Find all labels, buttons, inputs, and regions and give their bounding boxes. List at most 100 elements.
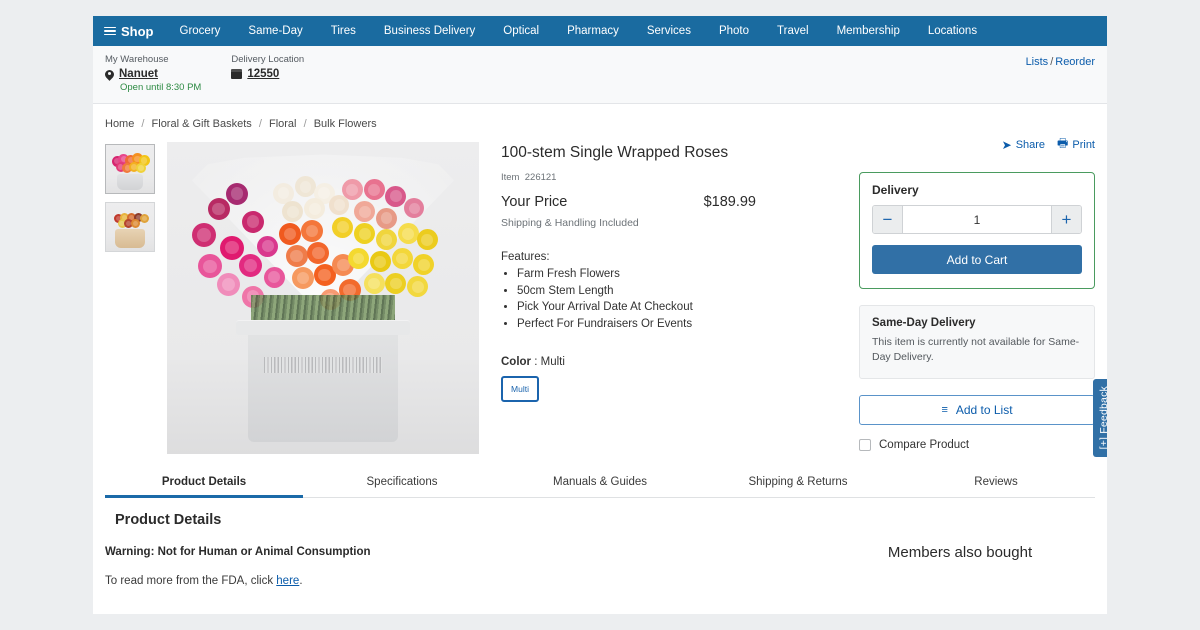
my-warehouse-label: My Warehouse (105, 54, 201, 65)
feature-item: Farm Fresh Flowers (517, 266, 837, 283)
add-to-cart-button[interactable]: Add to Cart (872, 245, 1082, 274)
plastic-crate (248, 329, 398, 441)
quantity-stepper[interactable]: − 1 + (872, 205, 1082, 234)
members-also-bought-section: Members also bought (825, 512, 1095, 587)
list-icon: ≡ (941, 404, 947, 416)
color-value: Multi (541, 356, 565, 368)
product-section: ➤ Share 🖶 Print 100-stem Single Wrapped … (93, 130, 1107, 454)
print-button[interactable]: 🖶 Print (1057, 134, 1095, 155)
product-title: 100-stem Single Wrapped Roses (501, 144, 837, 162)
delivery-card: Delivery − 1 + Add to Cart (859, 172, 1095, 289)
quantity-increase-button[interactable]: + (1051, 206, 1081, 233)
package-box-icon (231, 69, 242, 79)
nav-item-photo[interactable]: Photo (705, 16, 763, 46)
share-button[interactable]: ➤ Share (1002, 138, 1045, 152)
color-selection-label: Color : Multi (501, 356, 837, 368)
product-details-text: Product Details Warning: Not for Human o… (105, 512, 825, 587)
color-swatch-multi[interactable]: Multi (501, 376, 539, 402)
warehouse-name[interactable]: Nanuet (119, 68, 158, 80)
feedback-label: [+] Feedback (1098, 386, 1108, 449)
breadcrumb-separator: / (259, 118, 262, 130)
same-day-delivery-card: Same-Day Delivery This item is currently… (859, 305, 1095, 379)
delivery-title: Delivery (872, 183, 1082, 197)
price-value: $189.99 (704, 194, 756, 210)
location-pin-icon (105, 70, 114, 79)
members-also-bought-heading: Members also bought (888, 544, 1032, 561)
my-warehouse-block[interactable]: My Warehouse Nanuet Open until 8:30 PM (105, 54, 201, 93)
printer-icon: 🖶 (1057, 134, 1068, 155)
features-list: Farm Fresh Flowers 50cm Stem Length Pick… (517, 266, 837, 332)
nav-shop-label: Shop (121, 24, 154, 39)
nav-item-pharmacy[interactable]: Pharmacy (553, 16, 633, 46)
nav-item-services[interactable]: Services (633, 16, 705, 46)
product-tabs: Product Details Specifications Manuals &… (105, 468, 1095, 498)
nav-item-travel[interactable]: Travel (763, 16, 823, 46)
lists-link[interactable]: Lists (1026, 56, 1049, 68)
quantity-value[interactable]: 1 (903, 206, 1051, 233)
feedback-tab[interactable]: [+] Feedback (1093, 379, 1107, 457)
warehouse-hours: Open until 8:30 PM (120, 82, 201, 93)
fda-here-link[interactable]: here (276, 575, 299, 587)
feature-item: Perfect For Fundraisers Or Events (517, 316, 837, 333)
share-label: Share (1016, 139, 1045, 151)
nav-shop-menu[interactable]: Shop (104, 24, 166, 39)
compare-product-checkbox[interactable] (859, 439, 871, 451)
tab-product-details[interactable]: Product Details (105, 468, 303, 497)
add-to-list-button[interactable]: ≡ Add to List (859, 395, 1095, 425)
item-number: 226121 (525, 172, 557, 183)
same-day-delivery-message: This item is currently not available for… (872, 335, 1082, 365)
breadcrumb: Home / Floral & Gift Baskets / Floral / … (93, 104, 1107, 130)
nav-item-locations[interactable]: Locations (914, 16, 991, 46)
nav-item-grocery[interactable]: Grocery (166, 16, 235, 46)
lists-reorder-separator: / (1050, 56, 1053, 68)
tab-specifications[interactable]: Specifications (303, 468, 501, 497)
thumbnail-1[interactable] (105, 144, 155, 194)
item-label: Item (501, 172, 519, 183)
hamburger-menu-icon[interactable] (104, 25, 116, 38)
breadcrumb-separator: / (141, 118, 144, 130)
nav-item-optical[interactable]: Optical (489, 16, 553, 46)
reorder-link[interactable]: Reorder (1055, 56, 1095, 68)
product-hero-image[interactable] (167, 142, 479, 454)
color-separator: : (534, 356, 537, 368)
product-item-number: Item 226121 (501, 172, 837, 183)
delivery-location-block[interactable]: Delivery Location 12550 (231, 54, 304, 80)
compare-product-row[interactable]: Compare Product (859, 439, 1095, 451)
primary-navigation: Shop Grocery Same-Day Tires Business Del… (93, 16, 1107, 46)
nav-item-same-day[interactable]: Same-Day (234, 16, 316, 46)
fda-note-before: To read more from the FDA, click (105, 575, 276, 587)
share-arrow-icon: ➤ (1002, 138, 1012, 152)
print-label: Print (1072, 139, 1095, 151)
price-label: Your Price (501, 194, 567, 210)
delivery-zip[interactable]: 12550 (247, 68, 279, 80)
fda-note-after: . (299, 575, 302, 587)
warehouse-bar: My Warehouse Nanuet Open until 8:30 PM D… (93, 46, 1107, 104)
breadcrumb-item-bulk-flowers[interactable]: Bulk Flowers (314, 118, 377, 130)
breadcrumb-separator: / (304, 118, 307, 130)
tab-shipping-returns[interactable]: Shipping & Returns (699, 468, 897, 497)
tab-manuals-guides[interactable]: Manuals & Guides (501, 468, 699, 497)
crate-vents (264, 357, 383, 373)
nav-item-tires[interactable]: Tires (317, 16, 370, 46)
features-label: Features: (501, 251, 837, 263)
buy-box: Delivery − 1 + Add to Cart Same-Day Deli… (859, 142, 1095, 454)
nav-item-membership[interactable]: Membership (823, 16, 914, 46)
breadcrumb-item-home[interactable]: Home (105, 118, 134, 130)
product-details-heading: Product Details (105, 512, 825, 528)
price-row: Your Price $189.99 (501, 194, 756, 210)
browser-page: Shop Grocery Same-Day Tires Business Del… (93, 16, 1107, 614)
color-swatch-label: Multi (511, 384, 529, 394)
feature-item: 50cm Stem Length (517, 283, 837, 300)
thumbnail-gallery (105, 142, 163, 454)
tab-reviews[interactable]: Reviews (897, 468, 1095, 497)
add-to-list-label: Add to List (956, 403, 1013, 417)
delivery-location-label: Delivery Location (231, 54, 304, 65)
breadcrumb-item-floral[interactable]: Floral (269, 118, 297, 130)
breadcrumb-item-floral-gift-baskets[interactable]: Floral & Gift Baskets (152, 118, 252, 130)
nav-item-business-delivery[interactable]: Business Delivery (370, 16, 489, 46)
quantity-decrease-button[interactable]: − (873, 206, 903, 233)
crate-lip (236, 320, 411, 336)
thumbnail-2[interactable] (105, 202, 155, 252)
product-info: ➤ Share 🖶 Print 100-stem Single Wrapped … (479, 142, 843, 454)
lists-reorder-links: Lists/Reorder (1026, 56, 1095, 68)
